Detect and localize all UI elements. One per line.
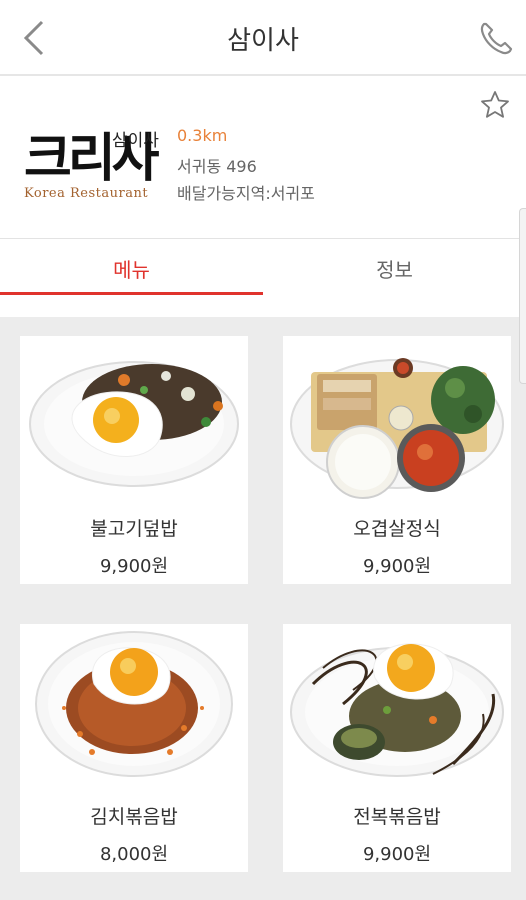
food-image xyxy=(290,643,504,777)
scrollbar[interactable] xyxy=(519,208,526,384)
phone-icon xyxy=(480,22,513,55)
menu-item-price: 9,900원 xyxy=(99,556,169,577)
food-image xyxy=(29,361,239,487)
menu-item-price: 9,900원 xyxy=(362,556,432,577)
call-button[interactable] xyxy=(474,16,518,60)
page-title: 삼이사 xyxy=(227,26,299,56)
logo-english-text: Korea Restaurant xyxy=(24,186,149,201)
address-label: 서귀동 496 xyxy=(177,157,257,176)
menu-item-name: 김치볶음밥 xyxy=(90,806,178,828)
delivery-area-label: 배달가능지역:서귀포 xyxy=(177,184,315,203)
distance-label: 0.3km xyxy=(177,126,228,145)
menu-item-price: 9,900원 xyxy=(362,844,432,865)
app-header: 삼이사 xyxy=(0,0,526,76)
menu-item-card[interactable]: 전복볶음밥 9,900원 xyxy=(283,624,511,872)
menu-item-card[interactable]: 오겹살정식 9,900원 xyxy=(283,336,511,584)
star-outline-icon xyxy=(481,91,509,118)
food-image xyxy=(290,358,504,499)
menu-item-name: 전복볶음밥 xyxy=(353,806,441,828)
food-image xyxy=(35,631,233,777)
active-tab-indicator xyxy=(0,292,263,295)
menu-item-price: 8,000원 xyxy=(99,844,169,865)
tab-info[interactable]: 정보 xyxy=(263,239,526,295)
restaurant-logo: 크리사 삼이사 Korea Restaurant xyxy=(22,116,172,206)
menu-item-name: 불고기덮밥 xyxy=(90,518,178,540)
tab-menu[interactable]: 메뉴 xyxy=(0,239,263,295)
tab-bar: 메뉴 정보 xyxy=(0,239,526,317)
logo-sub-text: 삼이사 xyxy=(112,131,159,151)
menu-item-name: 오겹살정식 xyxy=(353,518,441,540)
menu-item-card[interactable]: 김치볶음밥 8,000원 xyxy=(20,624,248,872)
menu-item-card[interactable]: 불고기덮밥 9,900원 xyxy=(20,336,248,584)
favorite-button[interactable] xyxy=(480,90,510,120)
restaurant-info: 크리사 삼이사 Korea Restaurant 0.3km 서귀동 496 배… xyxy=(0,76,526,239)
